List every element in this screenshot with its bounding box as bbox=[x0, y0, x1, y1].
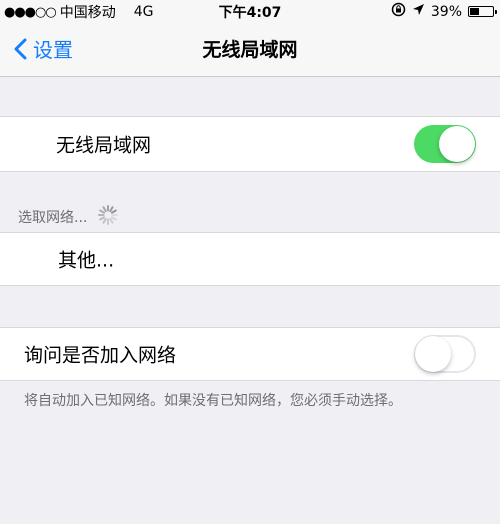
spinner-spoke bbox=[111, 216, 118, 221]
battery-icon bbox=[468, 6, 497, 17]
status-bar: ●●●○○ 中国移动 4G 下午4:07 39% bbox=[0, 0, 500, 22]
spinner-spoke bbox=[99, 209, 106, 214]
location-arrow-icon bbox=[412, 3, 425, 20]
spinner-spoke bbox=[109, 217, 114, 224]
navigation-bar: 设置 无线局域网 bbox=[0, 22, 500, 77]
toggle-knob bbox=[439, 126, 475, 162]
ask-to-join-label: 询问是否加入网络 bbox=[24, 344, 177, 367]
footer-note: 将自动加入已知网络。如果没有已知网络，您必须手动选择。 bbox=[24, 393, 402, 409]
ask-to-join-toggle-switch[interactable] bbox=[414, 335, 476, 373]
spinner-spoke bbox=[111, 209, 118, 214]
spinner-spoke bbox=[109, 206, 114, 213]
other-network-row[interactable]: 其他... bbox=[0, 232, 500, 286]
activity-spinner-icon bbox=[97, 204, 119, 230]
toggle-knob bbox=[415, 336, 451, 372]
wifi-toggle-row: 无线局域网 bbox=[0, 116, 500, 172]
battery-percentage: 39% bbox=[430, 3, 462, 20]
wifi-toggle-switch[interactable] bbox=[414, 125, 476, 163]
page-title: 无线局域网 bbox=[202, 39, 298, 61]
wifi-label: 无线局域网 bbox=[56, 134, 152, 157]
choose-network-label: 选取网络... bbox=[18, 210, 88, 226]
status-right: 39% bbox=[391, 2, 497, 21]
battery-level-fill bbox=[470, 8, 479, 15]
ask-to-join-row: 询问是否加入网络 bbox=[0, 327, 500, 381]
spinner-spoke bbox=[102, 217, 108, 224]
spinner-spoke bbox=[102, 206, 108, 213]
spinner-spoke bbox=[99, 216, 106, 221]
other-network-label: 其他... bbox=[58, 249, 115, 272]
rotation-lock-icon bbox=[391, 2, 406, 21]
choose-network-header: 选取网络... bbox=[18, 204, 119, 230]
